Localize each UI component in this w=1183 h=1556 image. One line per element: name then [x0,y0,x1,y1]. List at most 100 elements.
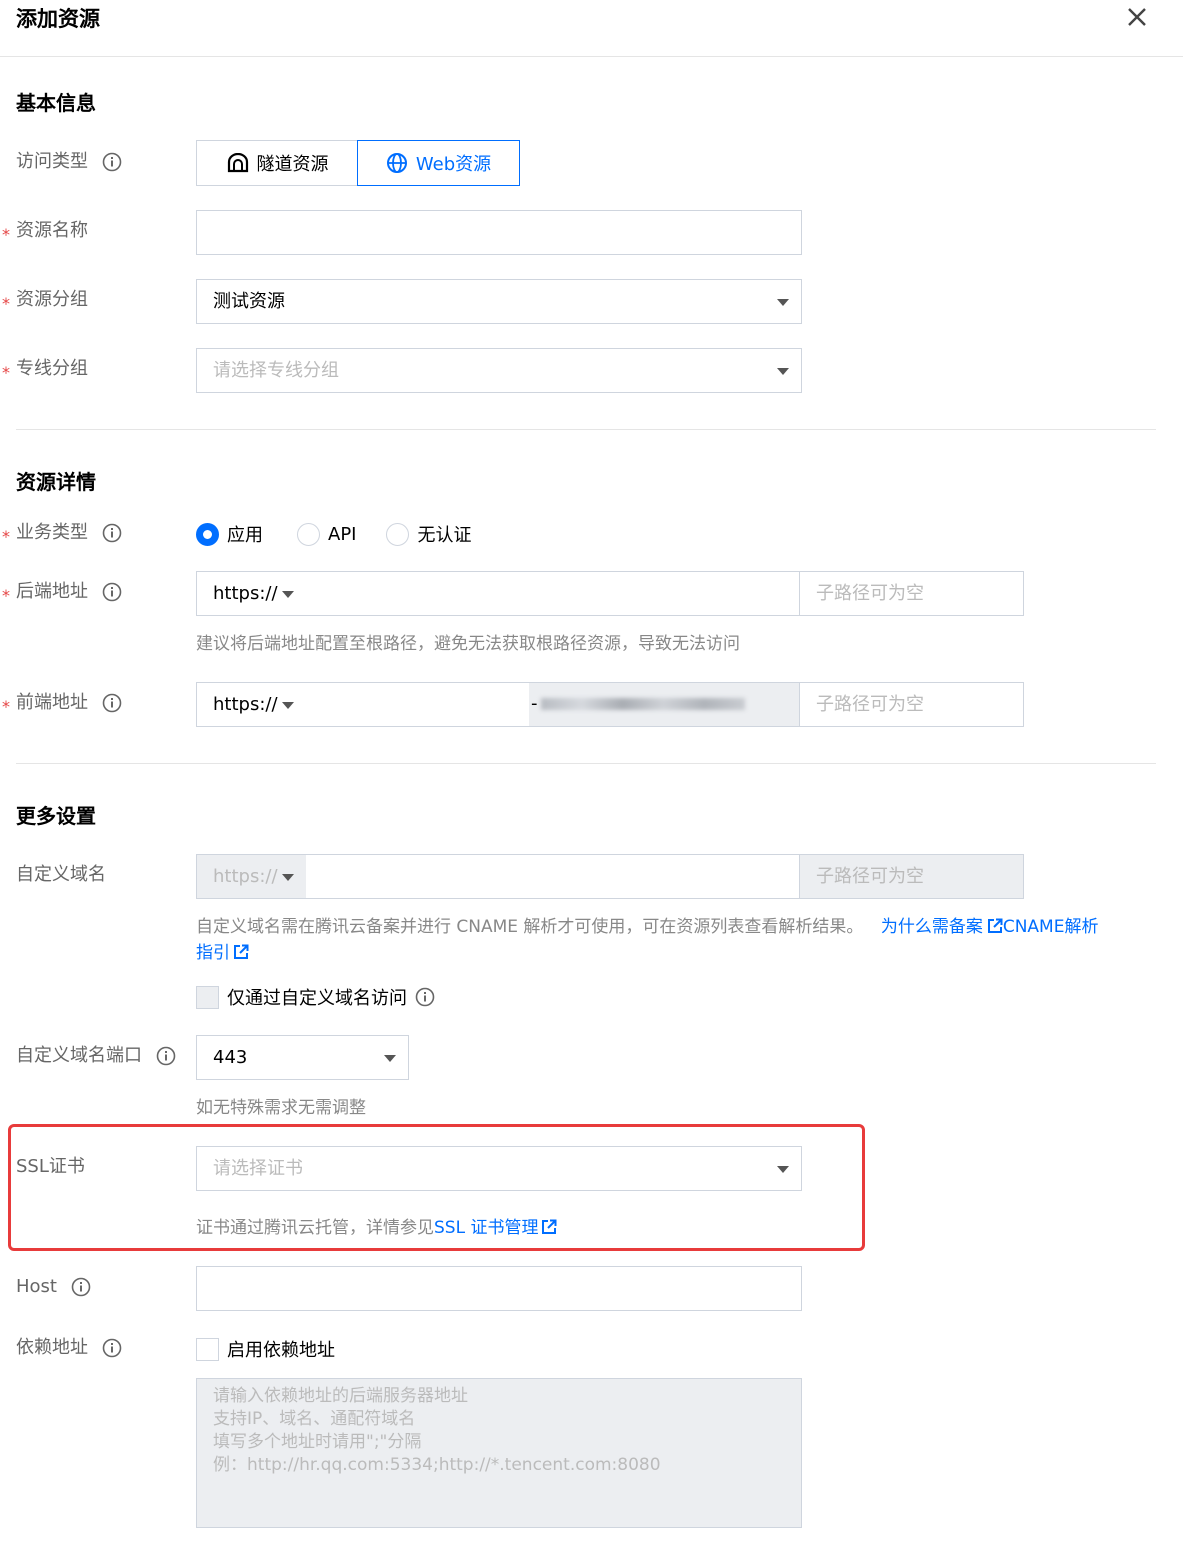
host-input[interactable] [196,1266,802,1311]
info-icon[interactable] [102,1338,122,1358]
chevron-down-icon [777,368,789,375]
section-divider [16,763,1156,764]
access-type-label-text: 访问类型 [16,151,88,172]
enable-depend-option: 启用依赖地址 [196,1336,335,1362]
frontend-domain-suffix: - [529,682,800,727]
cname-guide-link[interactable]: CNAME解析 [1003,917,1099,937]
required-mark: * [2,527,10,546]
frontend-prefix-input[interactable] [306,682,530,727]
radio-app[interactable] [196,522,219,546]
custom-domain-subpath-input: 子路径可为空 [799,854,1024,899]
header-divider [0,56,1183,57]
line-group-placeholder: 请选择专线分组 [213,360,339,381]
frontend-protocol-select[interactable]: https:// [196,682,307,727]
info-icon[interactable] [102,582,122,602]
custom-domain-label: 自定义域名 [16,864,106,885]
blurred-domain [541,698,745,710]
enable-depend-checkbox[interactable] [196,1337,219,1361]
radio-api[interactable] [297,522,320,546]
only-custom-domain-option: 仅通过自定义域名访问 [196,984,435,1010]
chevron-down-icon [777,1166,789,1173]
access-type-label: 访问类型 [16,149,122,175]
section-basic-title: 基本信息 [16,91,96,115]
chevron-down-icon [282,702,294,709]
chevron-down-icon [282,591,294,598]
frontend-subpath-input[interactable]: 子路径可为空 [799,682,1024,727]
why-icp-link[interactable]: 为什么需备案 [881,917,983,937]
line-group-select[interactable]: 请选择专线分组 [196,348,802,393]
custom-domain-hint-text: 自定义域名需在腾讯云备案并进行 CNAME 解析才可使用，可在资源列表查看解析结… [196,917,864,937]
backend-host-input[interactable] [306,571,800,616]
radio-api-label: API [328,523,357,545]
frontend-label-text: 前端地址 [16,692,88,713]
access-type-switch: 隧道资源 Web资源 [196,140,520,186]
custom-domain-hint: 自定义域名需在腾讯云备案并进行 CNAME 解析才可使用，可在资源列表查看解析结… [196,914,1156,966]
depend-address-textarea: 请输入依赖地址的后端服务器地址 支持IP、域名、通配符域名 填写多个地址时请用"… [196,1378,802,1528]
frontend-label: 前端地址 [16,690,122,716]
custom-port-value: 443 [213,1047,248,1068]
section-divider [16,429,1156,430]
line-group-label: 专线分组 [16,358,88,379]
custom-domain-input[interactable] [306,854,800,899]
backend-protocol-value: https:// [213,583,278,604]
info-icon[interactable] [71,1277,91,1297]
info-icon[interactable] [102,693,122,713]
close-icon[interactable] [1122,2,1152,32]
custom-port-label-text: 自定义域名端口 [16,1045,142,1066]
info-icon[interactable] [102,523,122,543]
business-type-label: 业务类型 [16,520,122,546]
enable-depend-label: 启用依赖地址 [227,1340,335,1361]
only-custom-domain-label: 仅通过自定义域名访问 [227,988,407,1009]
resource-name-input[interactable] [196,210,802,255]
custom-domain-protocol-value: https:// [213,866,278,887]
backend-hint: 建议将后端地址配置至根路径，避免无法获取根路径资源，导致无法访问 [196,634,740,654]
external-link-icon [542,1219,557,1234]
chevron-down-icon [777,299,789,306]
ssl-label: SSL证书 [16,1156,85,1177]
custom-port-select[interactable]: 443 [196,1035,409,1080]
host-label-text: Host [16,1276,57,1297]
business-type-label-text: 业务类型 [16,522,88,543]
globe-icon [386,153,407,173]
frontend-suffix-dash: - [531,693,538,714]
resource-group-select[interactable]: 测试资源 [196,279,802,324]
required-mark: * [2,225,10,244]
ssl-cert-placeholder: 请选择证书 [213,1158,303,1179]
chevron-down-icon [282,874,294,881]
info-icon[interactable] [156,1046,176,1066]
required-mark: * [2,294,10,313]
ssl-cert-management-link[interactable]: SSL 证书管理 [434,1218,538,1238]
required-mark: * [2,697,10,716]
required-mark: * [2,363,10,382]
tunnel-resource-tab[interactable]: 隧道资源 [196,140,358,186]
only-custom-domain-checkbox[interactable] [196,985,219,1009]
depend-placeholder-line: 请输入依赖地址的后端服务器地址 [213,1386,468,1406]
ssl-hint: 证书通过腾讯云托管，详情参见SSL 证书管理 [196,1215,557,1241]
web-resource-label: Web资源 [415,154,492,175]
web-resource-tab[interactable]: Web资源 [357,140,520,186]
dialog-title: 添加资源 [16,7,100,31]
cname-guide-link-cont[interactable]: 指引 [196,943,230,963]
radio-no-auth[interactable] [386,522,410,546]
resource-group-value: 测试资源 [213,291,285,312]
info-icon[interactable] [102,152,122,172]
radio-app-label: 应用 [227,525,263,546]
radio-no-auth-label: 无认证 [417,525,472,546]
backend-subpath-input[interactable]: 子路径可为空 [799,571,1024,616]
business-type-radio-group: 应用 API 无认证 [196,521,471,547]
ssl-cert-select[interactable]: 请选择证书 [196,1146,802,1191]
external-link-icon [987,918,1003,933]
frontend-protocol-value: https:// [213,694,278,715]
tunnel-resource-label: 隧道资源 [256,154,329,175]
host-label: Host [16,1274,91,1300]
depend-placeholder-line: 填写多个地址时请用";"分隔 [213,1432,422,1452]
tunnel-icon [227,153,248,173]
frontend-subpath-placeholder: 子路径可为空 [816,694,924,715]
info-icon[interactable] [415,987,435,1007]
section-detail-title: 资源详情 [16,470,96,494]
external-link-icon [234,944,249,959]
resource-name-label: 资源名称 [16,220,88,241]
backend-protocol-select[interactable]: https:// [196,571,307,616]
custom-port-label: 自定义域名端口 [16,1043,176,1069]
backend-label: 后端地址 [16,579,122,605]
